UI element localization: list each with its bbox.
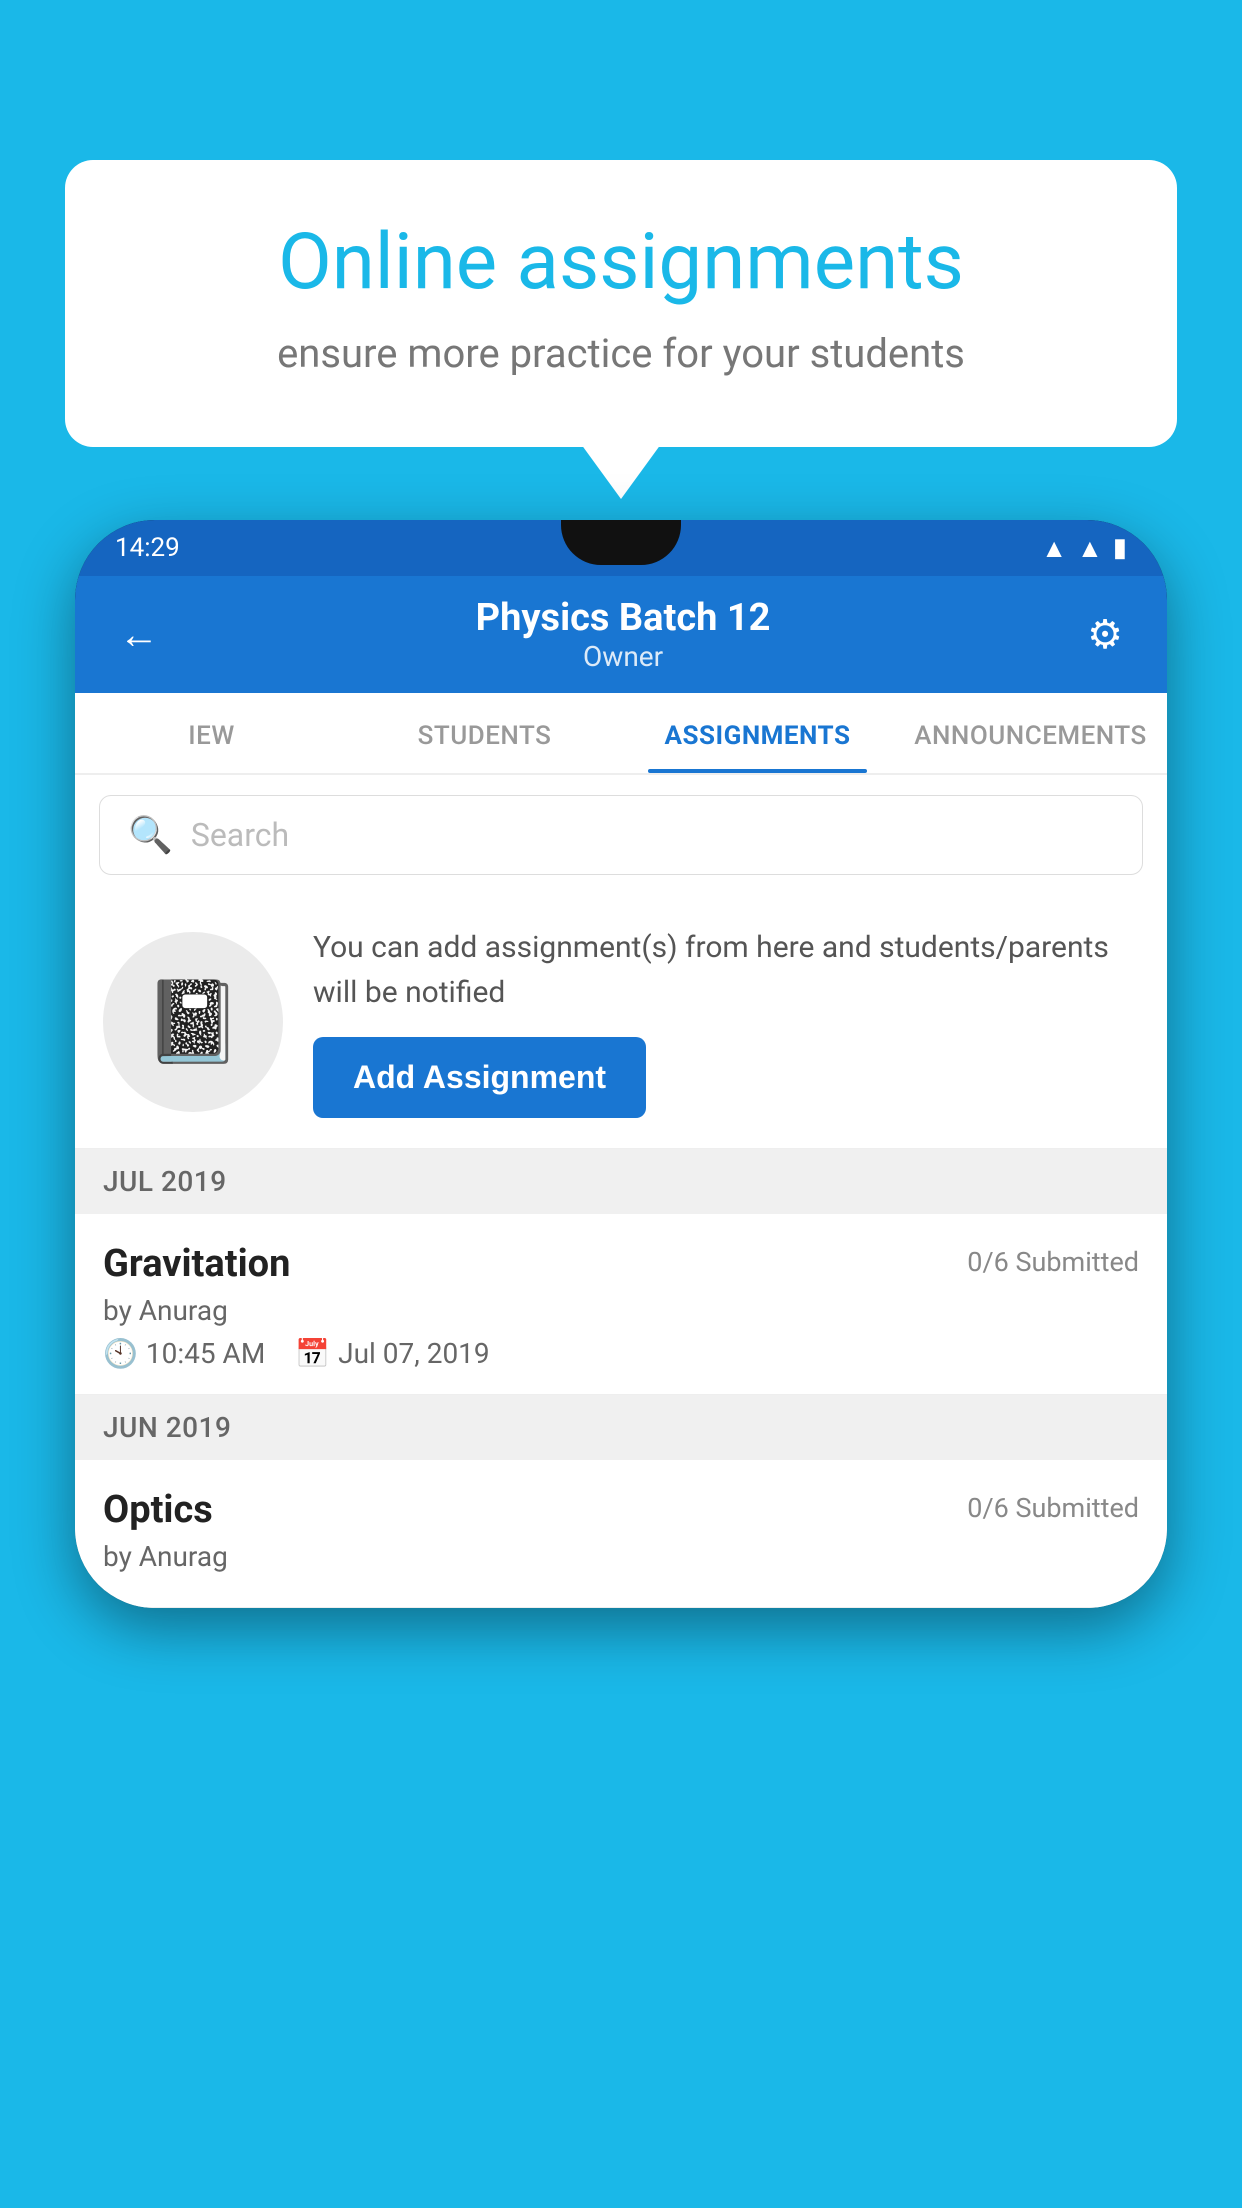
assignment-submitted-optics: 0/6 Submitted	[967, 1492, 1139, 1524]
bubble-title: Online assignments	[145, 220, 1097, 306]
header-title: Physics Batch 12	[167, 596, 1079, 640]
settings-button[interactable]: ⚙	[1079, 603, 1131, 666]
search-icon: 🔍	[128, 814, 173, 856]
section-month-jul: JUL 2019	[103, 1165, 227, 1198]
assignment-submitted-gravitation: 0/6 Submitted	[967, 1246, 1139, 1278]
status-icons: ▲ ▲ ▮	[1041, 533, 1127, 564]
back-button[interactable]: ←	[111, 603, 167, 666]
section-header-jun: JUN 2019	[75, 1395, 1167, 1460]
assignment-name-optics: Optics	[103, 1488, 213, 1532]
wifi-icon: ▲	[1041, 533, 1067, 564]
assignment-by-optics: by Anurag	[103, 1540, 1139, 1573]
search-bar[interactable]: 🔍 Search	[99, 795, 1143, 875]
assignment-item-gravitation[interactable]: Gravitation 0/6 Submitted by Anurag 🕙 10…	[75, 1214, 1167, 1395]
assignment-item-optics[interactable]: Optics 0/6 Submitted by Anurag	[75, 1460, 1167, 1608]
tab-students[interactable]: STUDENTS	[348, 693, 621, 773]
tabs-container: IEW STUDENTS ASSIGNMENTS ANNOUNCEMENTS	[75, 693, 1167, 775]
speech-bubble: Online assignments ensure more practice …	[65, 160, 1177, 447]
search-placeholder: Search	[191, 816, 289, 854]
header-subtitle: Owner	[167, 640, 1079, 673]
assignment-info: You can add assignment(s) from here and …	[313, 925, 1139, 1118]
assignment-row1: Gravitation 0/6 Submitted	[103, 1242, 1139, 1286]
section-header-jul: JUL 2019	[75, 1149, 1167, 1214]
tab-assignments[interactable]: ASSIGNMENTS	[621, 693, 894, 773]
assignment-time-gravitation: 🕙 10:45 AM	[103, 1337, 265, 1370]
phone-container: 14:29 ▲ ▲ ▮ ← Physics Batch 12 Owner ⚙ I…	[75, 520, 1167, 2208]
tab-announcements[interactable]: ANNOUNCEMENTS	[894, 693, 1167, 773]
add-assignment-banner: 📓 You can add assignment(s) from here an…	[75, 895, 1167, 1149]
status-time: 14:29	[115, 533, 180, 563]
content-area: 🔍 Search 📓 You can add assignment(s) fro…	[75, 775, 1167, 1608]
battery-icon: ▮	[1113, 533, 1127, 563]
calendar-icon: 📅	[295, 1337, 330, 1370]
clock-icon: 🕙	[103, 1337, 138, 1370]
notch	[561, 520, 681, 565]
status-bar: 14:29 ▲ ▲ ▮	[75, 520, 1167, 576]
assignment-icon-circle: 📓	[103, 932, 283, 1112]
speech-bubble-container: Online assignments ensure more practice …	[65, 160, 1177, 447]
phone-frame: 14:29 ▲ ▲ ▮ ← Physics Batch 12 Owner ⚙ I…	[75, 520, 1167, 1608]
assignment-date-gravitation: 📅 Jul 07, 2019	[295, 1337, 489, 1370]
assignment-name-gravitation: Gravitation	[103, 1242, 290, 1286]
header-title-section: Physics Batch 12 Owner	[167, 596, 1079, 673]
signal-icon: ▲	[1077, 533, 1103, 564]
assignment-meta-gravitation: 🕙 10:45 AM 📅 Jul 07, 2019	[103, 1337, 1139, 1370]
app-header: ← Physics Batch 12 Owner ⚙	[75, 576, 1167, 693]
bubble-subtitle: ensure more practice for your students	[145, 330, 1097, 377]
assignment-description: You can add assignment(s) from here and …	[313, 925, 1139, 1015]
assignment-by-gravitation: by Anurag	[103, 1294, 1139, 1327]
search-container: 🔍 Search	[75, 775, 1167, 895]
section-month-jun: JUN 2019	[103, 1411, 231, 1444]
tab-iew[interactable]: IEW	[75, 693, 348, 773]
notebook-icon: 📓	[143, 975, 243, 1069]
assignment-row1-optics: Optics 0/6 Submitted	[103, 1488, 1139, 1532]
add-assignment-button[interactable]: Add Assignment	[313, 1037, 646, 1118]
